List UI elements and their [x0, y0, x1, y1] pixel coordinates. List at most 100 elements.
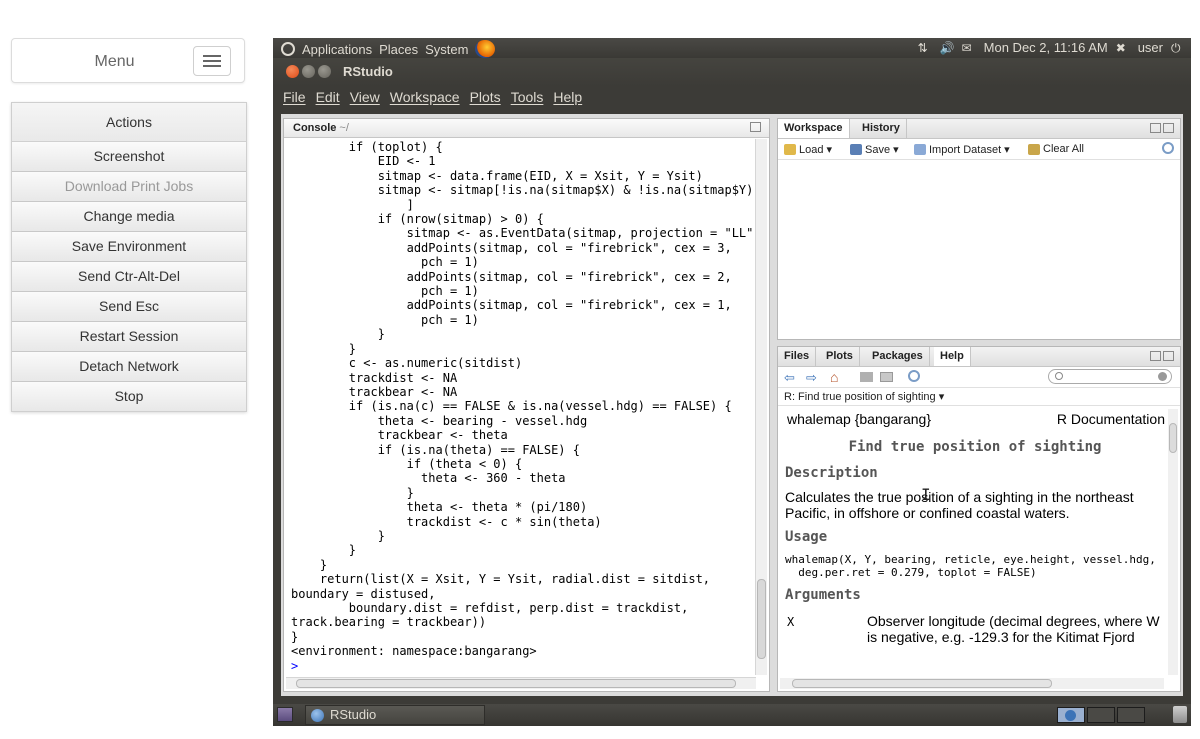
console-horizontal-scrollbar[interactable]: [286, 677, 756, 689]
user-status-icon[interactable]: ✖: [1116, 42, 1130, 54]
console-pane[interactable]: Console ~/ if (toplot) { EID <- 1 sitmap …: [283, 118, 770, 692]
menu-tools[interactable]: Tools: [511, 89, 544, 105]
console-vertical-scrollbar[interactable]: [755, 139, 767, 675]
usage-text: whalemap(X, Y, bearing, reticle, eye.hei…: [785, 553, 1156, 579]
screenshot-button[interactable]: Screenshot: [12, 142, 246, 172]
menu-view[interactable]: View: [350, 89, 380, 105]
restart-session-button[interactable]: Restart Session: [12, 322, 246, 352]
rstudio-icon: [311, 709, 324, 722]
save-icon: [850, 144, 862, 155]
ubuntu-logo-icon[interactable]: [281, 42, 295, 56]
window-title: RStudio: [343, 64, 393, 79]
help-vertical-scrollbar[interactable]: [1168, 409, 1178, 675]
save-environment-button[interactable]: Save Environment: [12, 232, 246, 262]
help-toolbar: ⇦ ⇨ ⌂: [778, 367, 1180, 388]
usage-heading: Usage: [785, 529, 828, 545]
load-button[interactable]: Load ▾: [784, 143, 832, 156]
taskbar-rstudio-item[interactable]: RStudio: [305, 705, 485, 725]
send-esc-button[interactable]: Send Esc: [12, 292, 246, 322]
window-maximize-button[interactable]: [318, 65, 331, 78]
clear-search-icon[interactable]: [1158, 372, 1167, 381]
tab-plots[interactable]: Plots: [820, 347, 860, 366]
console-maximize-icon[interactable]: [750, 122, 761, 132]
help-minimize-icon[interactable]: [1150, 351, 1161, 361]
argument-row: X Observer longitude (decimal degrees, w…: [785, 613, 1165, 653]
detach-network-button[interactable]: Detach Network: [12, 352, 246, 382]
system-menu[interactable]: System: [425, 42, 468, 57]
search-icon: [1055, 372, 1063, 380]
import-dataset-button[interactable]: Import Dataset ▾: [914, 143, 1010, 156]
doc-source: R Documentation: [1056, 411, 1165, 427]
network-icon[interactable]: ⇅: [918, 42, 932, 54]
send-ctrl-alt-del-button[interactable]: Send Ctr-Alt-Del: [12, 262, 246, 292]
top-panel: Applications Places System ⇅ 🔊 ✉ Mon Dec…: [273, 38, 1191, 58]
description-text: Calculates the true position of a sighti…: [785, 489, 1134, 521]
help-topic-dropdown[interactable]: R: Find true position of sighting ▾: [778, 388, 1180, 406]
window-minimize-button[interactable]: [302, 65, 315, 78]
menu-edit[interactable]: Edit: [316, 89, 340, 105]
menu-header: Menu: [11, 38, 245, 83]
workspace-switcher-2[interactable]: [1087, 707, 1115, 723]
arguments-heading: Arguments: [785, 587, 861, 603]
places-menu[interactable]: Places: [379, 42, 418, 57]
stop-button[interactable]: Stop: [12, 382, 246, 411]
back-arrow-icon[interactable]: ⇦: [784, 370, 795, 386]
workspace-minimize-icon[interactable]: [1150, 123, 1161, 133]
forward-arrow-icon[interactable]: ⇨: [806, 370, 817, 386]
rstudio-workspace: Console ~/ if (toplot) { EID <- 1 sitmap …: [281, 114, 1183, 696]
tab-packages[interactable]: Packages: [866, 347, 930, 366]
help-horizontal-scrollbar[interactable]: [780, 678, 1164, 689]
hamburger-menu-button[interactable]: [193, 46, 231, 76]
console-prompt[interactable]: >: [291, 659, 298, 673]
tab-help[interactable]: Help: [934, 347, 971, 366]
firefox-launcher-icon[interactable]: [475, 40, 496, 58]
console-tab[interactable]: Console ~/: [284, 119, 769, 138]
help-pane: Files Plots Packages Help ⇦ ⇨ ⌂ R: Find …: [777, 346, 1181, 692]
console-tab-label: Console: [293, 122, 337, 134]
new-window-icon[interactable]: [880, 372, 893, 382]
mail-icon[interactable]: ✉: [962, 42, 976, 54]
app-menubar: File Edit View Workspace Plots Tools Hel…: [273, 86, 1191, 108]
tab-workspace[interactable]: Workspace: [778, 119, 850, 138]
doc-name: whalemap {bangarang}: [787, 411, 932, 427]
print-icon[interactable]: [860, 372, 873, 382]
clear-all-button[interactable]: Clear All: [1028, 143, 1084, 155]
window-close-button[interactable]: [286, 65, 299, 78]
volume-icon[interactable]: 🔊: [940, 42, 955, 54]
refresh-icon[interactable]: [1162, 142, 1174, 154]
power-icon[interactable]: ⏻: [1171, 42, 1185, 54]
change-media-button[interactable]: Change media: [12, 202, 246, 232]
menu-workspace[interactable]: Workspace: [390, 89, 460, 105]
menu-plots[interactable]: Plots: [470, 89, 501, 105]
show-desktop-icon[interactable]: [277, 707, 293, 722]
workspace-switcher-3[interactable]: [1117, 707, 1145, 723]
argument-description: Observer longitude (decimal degrees, whe…: [867, 613, 1160, 645]
user-menu[interactable]: user: [1138, 40, 1163, 55]
tab-history[interactable]: History: [856, 119, 907, 138]
help-search-input[interactable]: [1048, 369, 1172, 384]
workspace-maximize-icon[interactable]: [1163, 123, 1174, 133]
import-icon: [914, 144, 926, 155]
workspace-switcher-1[interactable]: [1057, 707, 1085, 723]
help-tabs: Files Plots Packages Help: [778, 347, 1180, 367]
clock[interactable]: Mon Dec 2, 11:16 AM: [984, 40, 1108, 55]
remote-desktop[interactable]: Applications Places System ⇅ 🔊 ✉ Mon Dec…: [273, 38, 1191, 726]
actions-panel: Actions Screenshot Download Print Jobs C…: [11, 102, 247, 412]
description-heading: Description: [785, 465, 878, 481]
applications-menu[interactable]: Applications: [302, 42, 372, 57]
trash-icon[interactable]: [1173, 706, 1187, 723]
menu-title: Menu: [94, 53, 135, 70]
console-path: ~/: [339, 122, 349, 134]
menu-file[interactable]: File: [283, 89, 306, 105]
menu-help[interactable]: Help: [553, 89, 582, 105]
save-button[interactable]: Save ▾: [850, 143, 899, 156]
help-document: whalemap {bangarang} R Documentation Fin…: [785, 411, 1165, 673]
workspace-toolbar: Load ▾ Save ▾ Import Dataset ▾ Clear All: [778, 139, 1180, 160]
tab-files[interactable]: Files: [778, 347, 817, 366]
download-print-jobs-button[interactable]: Download Print Jobs: [12, 172, 246, 202]
help-refresh-icon[interactable]: [908, 370, 920, 382]
home-icon[interactable]: ⌂: [830, 369, 838, 385]
console-output[interactable]: if (toplot) { EID <- 1 sitmap <- data.fr…: [291, 140, 761, 673]
help-maximize-icon[interactable]: [1163, 351, 1174, 361]
window-titlebar[interactable]: RStudio: [273, 58, 1191, 86]
